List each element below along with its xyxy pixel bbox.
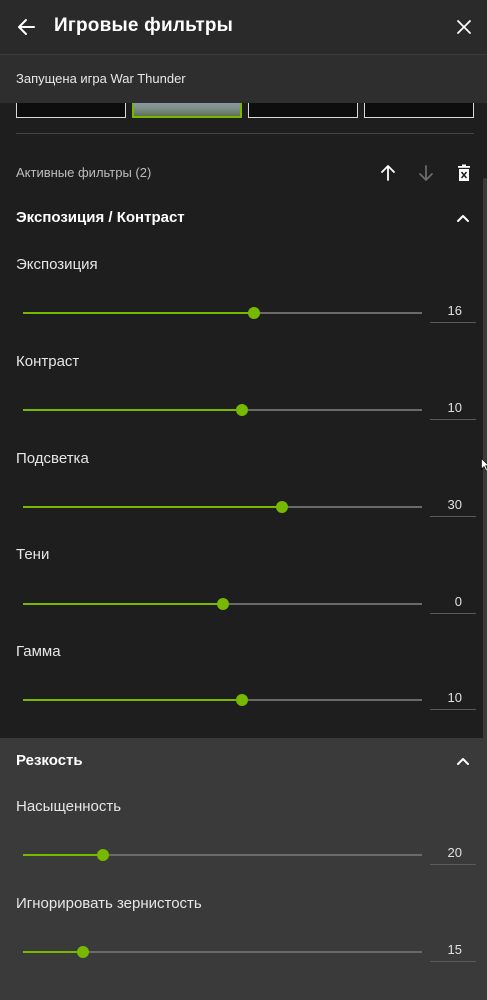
arrow-down-icon — [419, 165, 433, 181]
filters-panel[interactable]: Активные фильтры (2) Экспозиция / Контра… — [0, 103, 487, 1000]
shadows-slider[interactable] — [23, 598, 422, 610]
move-up-button[interactable] — [377, 162, 399, 184]
slider-handle[interactable] — [236, 404, 249, 416]
param-label: Насыщенность — [16, 798, 122, 815]
slider-fill — [23, 506, 283, 508]
close-button[interactable] — [451, 14, 477, 40]
collapse-section-button[interactable] — [453, 751, 473, 771]
slider-fill — [23, 951, 83, 953]
slider-handle[interactable] — [216, 598, 229, 610]
collapse-section-button[interactable] — [453, 208, 473, 228]
slider-handle[interactable] — [236, 694, 249, 706]
param-label: Гамма — [16, 643, 61, 660]
param-label: Подсветка — [16, 450, 89, 467]
slider-fill — [23, 409, 243, 411]
mouse-cursor-icon — [481, 458, 487, 472]
param-label: Игнорировать зернистость — [16, 895, 202, 912]
header-bar: Игровые фильтры — [0, 0, 487, 55]
param-value[interactable]: 0 — [430, 592, 476, 614]
arrow-left-icon — [18, 19, 35, 35]
contrast-slider[interactable] — [23, 404, 422, 416]
ignore-grain-slider[interactable] — [23, 946, 422, 958]
slider-fill — [23, 603, 223, 605]
param-value[interactable]: 20 — [430, 843, 476, 865]
param-label: Контраст — [16, 353, 80, 370]
slider-handle[interactable] — [276, 501, 289, 513]
back-button[interactable] — [14, 14, 40, 40]
trash-icon — [458, 164, 470, 181]
scrollbar[interactable] — [483, 178, 487, 988]
active-filters-label: Активные фильтры (2) — [16, 165, 152, 180]
page-title: Игровые фильтры — [54, 15, 234, 36]
close-icon — [457, 20, 471, 34]
section-title-exposure-contrast: Экспозиция / Контраст — [16, 209, 185, 226]
sharpen-section: Резкость Насыщенность 20 Игнорировать зе… — [0, 738, 487, 1000]
slider-fill — [23, 854, 103, 856]
chevron-up-icon — [457, 215, 469, 222]
section-title-sharpen: Резкость — [16, 752, 83, 769]
delete-filter-button[interactable] — [453, 162, 475, 184]
param-value[interactable]: 16 — [430, 301, 476, 323]
divider — [16, 133, 474, 134]
param-value[interactable]: 30 — [430, 495, 476, 517]
slider-handle[interactable] — [96, 849, 109, 861]
filter-thumbnail-2[interactable] — [132, 103, 242, 118]
game-status-text: Запущена игра War Thunder — [16, 71, 186, 86]
highlights-slider[interactable] — [23, 501, 422, 513]
param-value[interactable]: 15 — [430, 940, 476, 962]
saturation-slider[interactable] — [23, 849, 422, 861]
param-label: Тени — [16, 546, 50, 563]
exposure-slider[interactable] — [23, 307, 422, 319]
slider-fill — [23, 699, 243, 701]
slider-handle[interactable] — [248, 307, 261, 319]
gamma-slider[interactable] — [23, 694, 422, 706]
game-status-bar: Запущена игра War Thunder — [0, 55, 487, 103]
move-down-button[interactable] — [415, 162, 437, 184]
filter-thumbnail-4[interactable] — [364, 103, 474, 118]
arrow-up-icon — [381, 165, 395, 181]
filter-thumbnail-3[interactable] — [248, 103, 358, 118]
chevron-up-icon — [457, 758, 469, 765]
filter-thumbnail-1[interactable] — [16, 103, 126, 118]
param-label: Экспозиция — [16, 256, 98, 273]
slider-fill — [23, 312, 255, 314]
param-value[interactable]: 10 — [430, 688, 476, 710]
slider-handle[interactable] — [76, 946, 89, 958]
param-value[interactable]: 10 — [430, 398, 476, 420]
